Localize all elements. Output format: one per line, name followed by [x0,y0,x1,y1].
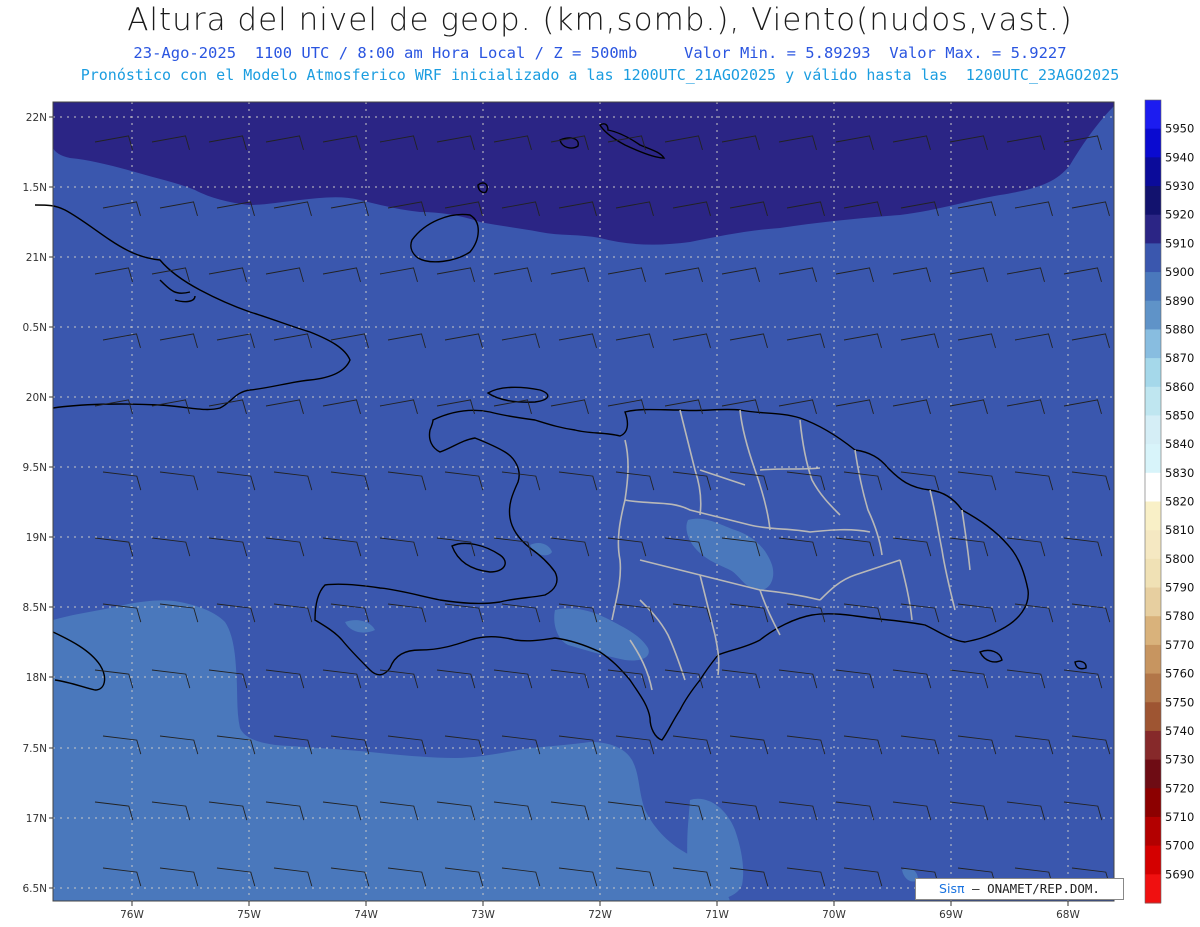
colorbar-swatch [1145,501,1161,531]
colorbar-label: 5770 [1165,638,1194,652]
colorbar-label: 5730 [1165,753,1194,767]
colorbar-swatch [1145,644,1161,675]
colorbar-label: 5830 [1165,466,1194,480]
colorbar-swatch [1145,100,1161,130]
colorbar-label: 5840 [1165,437,1194,451]
colorbar-swatch [1145,415,1161,445]
colorbar-label: 5860 [1165,380,1194,394]
colorbar-swatch [1145,272,1161,302]
longitude-label: 70W [822,909,846,921]
colorbar-swatch [1145,673,1161,703]
colorbar-swatch [1145,358,1161,388]
colorbar-label: 5740 [1165,724,1194,738]
colorbar-swatch [1145,874,1161,904]
colorbar-label: 5700 [1165,839,1194,853]
latitude-label: 21N [26,252,47,264]
credit-brand: Sisπ [939,881,965,896]
colorbar-label: 5930 [1165,179,1194,193]
latitude-label: 6.5N [22,883,47,895]
latitude-label: 8.5N [22,602,47,614]
colorbar-swatch [1145,759,1161,789]
latitude-label: 18N [26,672,47,684]
colorbar-label: 5720 [1165,781,1194,795]
latitude-label: 20N [26,392,47,404]
latitude-label: 7.5N [22,743,47,755]
colorbar-swatch [1145,157,1161,187]
latitude-label: 22N [26,112,47,124]
longitude-labels: 76W 75W 74W 73W 72W 71W 70W 69W 68W [120,901,1080,921]
colorbar-swatch [1145,243,1161,273]
colorbar-label: 5880 [1165,322,1194,336]
credit-text: – ONAMET/REP.DOM. [972,881,1100,896]
colorbar-label: 5820 [1165,495,1194,509]
colorbar-swatch [1145,616,1161,646]
colorbar-label: 5710 [1165,810,1194,824]
latitude-label: 9.5N [22,462,47,474]
colorbar-swatch [1145,788,1161,818]
longitude-label: 72W [588,909,612,921]
colorbar-label: 5870 [1165,351,1194,365]
credit-box: Sisπ – ONAMET/REP.DOM. [915,878,1124,900]
colorbar-label: 5920 [1165,208,1194,222]
colorbar-swatch [1145,702,1161,732]
colorbar-label: 5890 [1165,294,1194,308]
colorbar-swatch [1145,816,1161,847]
colorbar-label: 5810 [1165,523,1194,537]
colorbar-swatch [1145,587,1161,617]
colorbar-label: 5910 [1165,236,1194,250]
longitude-label: 69W [939,909,963,921]
latitude-label: 0.5N [22,322,47,334]
longitude-label: 68W [1056,909,1080,921]
longitude-label: 71W [705,909,729,921]
colorbar-label: 5780 [1165,609,1194,623]
colorbar-swatch [1145,472,1161,502]
colorbar-label: 5760 [1165,667,1194,681]
latitude-labels: 22N 1.5N 21N 0.5N 20N 9.5N 19N 8.5N 18N 7.5N 17N 6.… [22,112,53,895]
colorbar-label: 5790 [1165,581,1194,595]
colorbar-swatch [1145,730,1161,761]
latitude-label: 17N [26,813,47,825]
colorbar-swatch [1145,386,1161,416]
latitude-label: 19N [26,532,47,544]
colorbar-swatch [1145,444,1161,474]
colorbar-swatch [1145,300,1161,330]
longitude-label: 76W [120,909,144,921]
colorbar-label: 5750 [1165,695,1194,709]
colorbar: 5950 5940 5930 5920 5910 5900 5890 5880 5870 5860… [1144,99,1194,904]
longitude-label: 73W [471,909,495,921]
colorbar-swatch [1145,214,1161,244]
colorbar-swatch [1145,329,1161,359]
longitude-label: 75W [237,909,261,921]
colorbar-label: 5950 [1165,122,1194,136]
colorbar-swatch [1145,128,1161,158]
colorbar-label: 5900 [1165,265,1194,279]
colorbar-label: 5690 [1165,867,1194,881]
colorbar-label: 5940 [1165,150,1194,164]
geopotential-map: 22N 1.5N 21N 0.5N 20N 9.5N 19N 8.5N 18N 7.5N 17N 6.… [22,99,1194,921]
colorbar-swatch [1145,558,1161,589]
colorbar-swatch [1145,845,1161,875]
colorbar-swatch [1145,186,1161,216]
colorbar-swatch [1145,530,1161,560]
longitude-label: 74W [354,909,378,921]
colorbar-label: 5800 [1165,552,1194,566]
latitude-label: 1.5N [22,182,47,194]
colorbar-label: 5850 [1165,409,1194,423]
